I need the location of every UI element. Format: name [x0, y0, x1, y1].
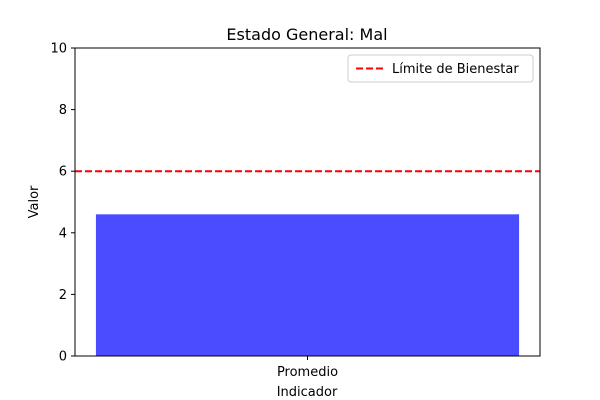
y-tick-label: 2 [59, 288, 67, 303]
bars-group [95, 214, 520, 356]
x-axis-label: Indicador [277, 385, 338, 400]
legend: Límite de Bienestar [347, 54, 534, 83]
y-tick-label: 0 [59, 350, 67, 365]
legend-label: Límite de Bienestar [392, 62, 519, 77]
y-tick-label: 10 [50, 42, 67, 57]
y-tick-label: 8 [59, 103, 67, 118]
y-axis-label: Valor [27, 185, 42, 218]
chart: Estado General: Mal 0 2 4 6 8 10 Promedio Val… [0, 0, 600, 400]
chart-title: Estado General: Mal [226, 25, 387, 44]
x-tick-label: Promedio [277, 365, 338, 380]
y-tick-label: 6 [59, 165, 67, 180]
bar [95, 214, 520, 356]
y-tick-label: 4 [59, 226, 67, 241]
